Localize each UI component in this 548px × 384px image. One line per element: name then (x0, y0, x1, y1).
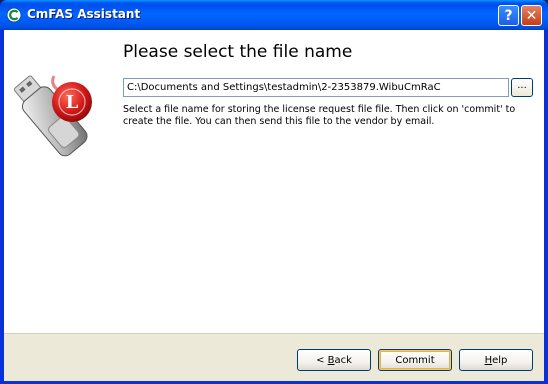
svg-text:L: L (66, 92, 79, 113)
help-button-label: elp (492, 354, 508, 366)
commit-button[interactable]: Commit (378, 349, 452, 371)
back-button-label: ack (334, 354, 352, 366)
button-panel: < Back Commit Help (4, 333, 544, 381)
usb-dongle-seal-icon: L (13, 75, 92, 157)
instructions-text: Select a file name for storing the licen… (123, 104, 516, 127)
back-button[interactable]: < Back (297, 349, 371, 371)
assistant-window: CmFAS Assistant ? ✕ L Please select the … (0, 0, 548, 384)
close-button[interactable]: ✕ (521, 5, 542, 26)
help-button-mnemonic: H (484, 354, 493, 366)
browse-button[interactable]: ... (511, 78, 533, 97)
page-heading: Please select the file name (123, 42, 353, 62)
help-button[interactable]: Help (459, 349, 533, 371)
back-button-mnemonic: B (327, 354, 335, 366)
help-title-button[interactable]: ? (498, 5, 519, 26)
file-path-input[interactable]: C:\Documents and Settings\testadmin\2-23… (123, 78, 509, 97)
window-title: CmFAS Assistant (27, 7, 141, 21)
app-icon (6, 7, 22, 23)
client-area: L Please select the file name C:\Documen… (4, 30, 544, 381)
back-button-prefix: < (316, 354, 328, 366)
title-bar[interactable]: CmFAS Assistant ? ✕ (0, 0, 548, 30)
